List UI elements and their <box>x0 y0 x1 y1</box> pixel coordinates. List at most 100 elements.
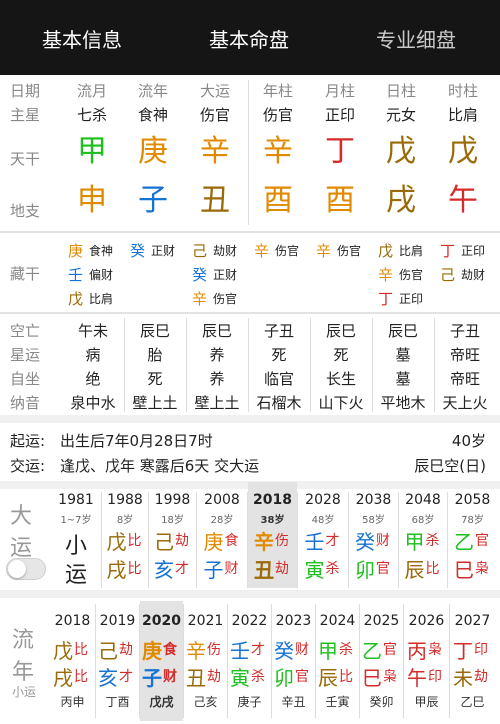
row-label-3: 地支 <box>10 202 41 220</box>
dayun-column[interactable]: 2028 48岁壬才寅杀 <box>298 482 348 588</box>
dayun-stem-god: 比 <box>127 533 142 549</box>
dayun-column[interactable]: 2008 28岁庚食子财 <box>197 482 247 588</box>
extra-cell: 辰巳 <box>387 322 418 340</box>
liunian-column[interactable]: 2019 己劫亥才丁酉 <box>96 601 139 721</box>
dayun-column[interactable]: 2018 38岁辛伤丑劫 <box>248 482 297 588</box>
tab-basic-chart[interactable]: 基本命盘 <box>209 24 289 53</box>
dayun-age: 58岁 <box>362 515 385 526</box>
tab-basic-info[interactable]: 基本信息 <box>42 24 122 53</box>
hidden-stem: 癸 <box>130 242 146 260</box>
hidden-stem-god: 比肩 <box>399 244 424 258</box>
extra-cell: 山下火 <box>318 394 364 412</box>
main-star: 七杀 <box>76 106 107 124</box>
liunian-branch: 寅 <box>230 666 250 690</box>
hidden-stem: 戊 <box>378 242 394 260</box>
liunian-year: 2024 <box>319 613 356 629</box>
dayun-first-age: 1~7岁 <box>60 515 92 526</box>
dayun-toggle[interactable] <box>6 558 46 580</box>
section-divider <box>0 231 500 233</box>
hidden-stem-god: 正印 <box>461 244 486 258</box>
dayun-column[interactable]: 2058 78岁乙官巳枭 <box>448 482 497 588</box>
dayun-year: 2008 <box>204 492 240 508</box>
tab-pro-chart[interactable]: 专业细盘 <box>376 24 456 53</box>
date-label: 日柱 <box>385 82 416 100</box>
extra-cell: 天上火 <box>442 394 488 412</box>
liunian-column[interactable]: 2025 乙官巳枭癸卯 <box>360 601 403 721</box>
hidden-stem: 辛 <box>378 266 394 284</box>
liunian-column[interactable]: 2021 辛伤丑劫己亥 <box>184 601 227 721</box>
section-gap <box>0 415 500 423</box>
earthly-branch: 酉 <box>263 183 293 218</box>
dayun-age: 78岁 <box>461 515 484 526</box>
xiaoyun-ganzhi: 己亥 <box>193 695 218 709</box>
qiyun-label: 起运: <box>10 432 46 450</box>
hidden-stem-god: 伤官 <box>399 268 424 282</box>
liunian-stem: 癸 <box>274 639 294 663</box>
liunian-stem: 壬 <box>230 639 250 663</box>
liunian-branch-god: 财 <box>163 669 177 685</box>
liunian-stem-god: 劫 <box>119 642 133 658</box>
liunian-branch-god: 才 <box>119 669 133 685</box>
dayun-branch-god: 财 <box>224 561 239 577</box>
liunian-branch-god: 枭 <box>383 669 397 685</box>
liunian-column[interactable]: 2023 癸财卯官辛丑 <box>272 601 315 721</box>
liunian-column[interactable]: 2026 丙枭午印甲辰 <box>404 601 449 721</box>
liunian-column[interactable]: 2024 甲杀辰比壬寅 <box>316 601 359 721</box>
liunian-stem: 甲 <box>318 639 338 663</box>
grid-divider <box>248 80 249 225</box>
liunian-year: 2023 <box>275 613 312 629</box>
date-label: 年柱 <box>262 82 293 100</box>
liunian-stem-god: 杀 <box>339 642 353 658</box>
extra-label: 自坐 <box>10 370 41 388</box>
liunian-year: 2018 <box>54 613 91 629</box>
earthly-branch: 戌 <box>386 183 416 218</box>
extra-cell: 养 <box>209 370 225 388</box>
dayun-branch: 亥 <box>154 558 174 582</box>
liunian-year: 2022 <box>231 613 268 629</box>
extra-cell: 病 <box>85 346 101 364</box>
heavenly-stem: 庚 <box>138 134 168 169</box>
hidden-stem-god: 伤官 <box>337 244 362 258</box>
dayun-stem: 壬 <box>304 530 325 554</box>
main-star: 伤官 <box>262 106 293 124</box>
liunian-stem: 丁 <box>453 639 473 663</box>
dayun-column[interactable]: 1998 18岁己劫亥才 <box>149 482 196 588</box>
hidden-stem: 丁 <box>378 290 394 308</box>
extra-cell: 绝 <box>85 370 101 388</box>
extra-cell: 养 <box>209 346 225 364</box>
main-star: 元女 <box>385 106 416 124</box>
xiaoyun-ganzhi: 戊戌 <box>149 695 174 709</box>
extra-cell: 墓 <box>395 346 411 364</box>
liunian-branch-god: 劫 <box>474 669 488 685</box>
hidden-stem: 壬 <box>68 266 84 284</box>
extra-cell: 长生 <box>325 370 356 388</box>
liunian-stem-god: 印 <box>474 642 488 658</box>
hidden-stem-god: 比肩 <box>89 292 114 306</box>
liunian-branch-god: 劫 <box>207 669 221 685</box>
dayun-column[interactable]: 1988 8岁戊比戌比 <box>102 482 148 588</box>
liunian-year: 2025 <box>363 613 400 629</box>
extra-cell: 平地木 <box>380 394 426 412</box>
dayun-age: 38岁 <box>260 515 285 526</box>
dayun-column[interactable]: 2048 68岁甲杀辰比 <box>399 482 447 588</box>
liunian-column[interactable]: 2027 丁印未劫乙巳 <box>450 601 495 721</box>
liunian-stem: 己 <box>98 639 118 663</box>
liunian-column[interactable]: 2022 壬才寅杀庚子 <box>228 601 271 721</box>
liunian-branch: 戌 <box>53 666 73 690</box>
dayun-column[interactable]: 2038 58岁癸财卯官 <box>349 482 398 588</box>
liunian-stem-god: 官 <box>383 642 397 658</box>
liunian-column[interactable]: 2018 戊比戌比丙申 <box>50 601 95 721</box>
extra-label: 星运 <box>10 346 41 364</box>
liunian-column[interactable]: 2020 庚食子财戊戌 <box>140 601 183 721</box>
liunian-branch-god: 比 <box>339 669 353 685</box>
liunian-year: 2026 <box>408 613 445 629</box>
hidden-stem: 己 <box>440 266 456 284</box>
dayun-branch-god: 枭 <box>475 561 489 577</box>
dayun-stem-god: 食 <box>224 533 239 549</box>
extra-cell: 死 <box>147 370 163 388</box>
liunian-branch: 子 <box>142 666 162 690</box>
qiyun-age: 40岁 <box>451 432 486 450</box>
earthly-branch: 酉 <box>325 183 355 218</box>
xiaoyun-ganzhi: 丙申 <box>60 695 85 709</box>
dayun-age: 28岁 <box>210 515 234 526</box>
